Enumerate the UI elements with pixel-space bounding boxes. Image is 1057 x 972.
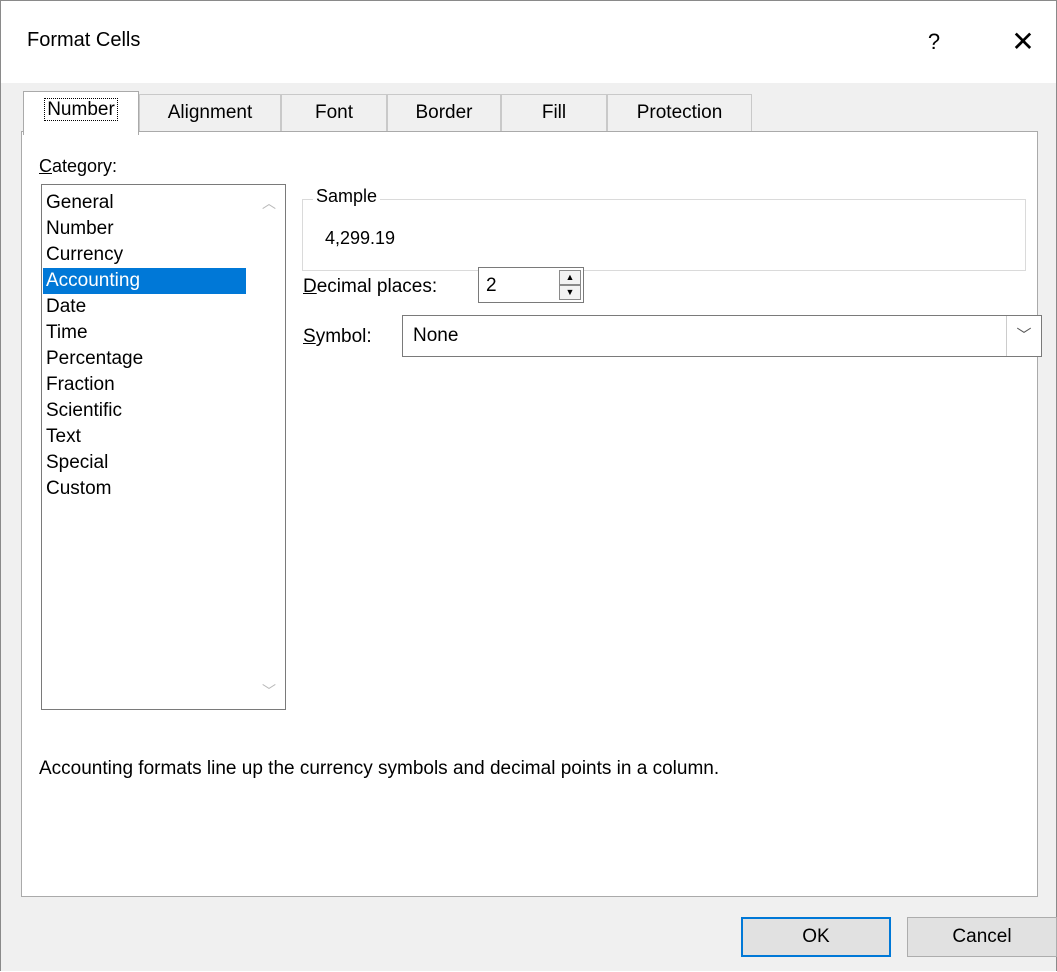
tab-font[interactable]: Font: [281, 94, 387, 132]
scroll-down-icon[interactable]: ﹀: [259, 681, 279, 701]
format-cells-dialog: Format Cells ? ✕ Number Alignment Font B…: [0, 0, 1057, 971]
symbol-value: None: [413, 325, 459, 346]
sample-legend: Sample: [313, 186, 381, 207]
decimal-places-stepper[interactable]: 2 ▲ ▼: [478, 267, 584, 303]
list-item[interactable]: Percentage: [43, 346, 246, 372]
spin-down-icon[interactable]: ▼: [559, 285, 581, 300]
number-tab-panel: Category: General Number Currency Accoun…: [21, 131, 1042, 897]
list-item-selected[interactable]: Accounting: [43, 268, 246, 294]
tab-border[interactable]: Border: [387, 94, 501, 132]
spin-up-icon[interactable]: ▲: [559, 270, 581, 285]
dialog-buttons: OK Cancel: [1, 897, 1057, 972]
sample-groupbox: [302, 199, 1026, 271]
tab-protection[interactable]: Protection: [607, 94, 752, 132]
symbol-label: Symbol:: [303, 326, 372, 347]
list-item[interactable]: Scientific: [43, 398, 246, 424]
help-button[interactable]: ?: [919, 23, 949, 61]
list-item[interactable]: Number: [43, 216, 246, 242]
list-item[interactable]: General: [43, 190, 246, 216]
dialog-content: Number Alignment Font Border Fill Protec…: [21, 83, 1042, 897]
tab-fill[interactable]: Fill: [501, 94, 607, 132]
cancel-button[interactable]: Cancel: [907, 917, 1057, 957]
scroll-up-icon[interactable]: ︿: [259, 193, 279, 213]
sample-value: 4,299.19: [325, 228, 396, 248]
close-icon[interactable]: ✕: [1003, 23, 1043, 61]
list-item[interactable]: Fraction: [43, 372, 246, 398]
tab-strip: Number Alignment Font Border Fill Protec…: [21, 91, 1038, 135]
tab-number[interactable]: Number: [23, 91, 139, 135]
tab-alignment[interactable]: Alignment: [139, 94, 281, 132]
category-items: General Number Currency Accounting Date …: [43, 190, 246, 502]
title-bar: Format Cells ? ✕: [1, 1, 1056, 83]
list-item[interactable]: Time: [43, 320, 246, 346]
list-item[interactable]: Date: [43, 294, 246, 320]
list-item[interactable]: Currency: [43, 242, 246, 268]
category-description: Accounting formats line up the currency …: [39, 758, 720, 779]
list-item[interactable]: Special: [43, 450, 246, 476]
chevron-down-icon[interactable]: ﹀: [1006, 316, 1041, 356]
dialog-title: Format Cells: [27, 29, 141, 51]
spin-buttons: ▲ ▼: [559, 270, 581, 300]
decimal-places-label: Decimal places:: [303, 276, 438, 297]
category-listbox[interactable]: General Number Currency Accounting Date …: [41, 184, 286, 710]
tab-number-label: Number: [44, 98, 118, 121]
symbol-dropdown[interactable]: None ﹀: [402, 315, 1042, 357]
decimal-places-value: 2: [486, 275, 497, 296]
list-item[interactable]: Custom: [43, 476, 246, 502]
category-label: Category:: [39, 156, 118, 176]
ok-button[interactable]: OK: [741, 917, 891, 957]
list-item[interactable]: Text: [43, 424, 246, 450]
